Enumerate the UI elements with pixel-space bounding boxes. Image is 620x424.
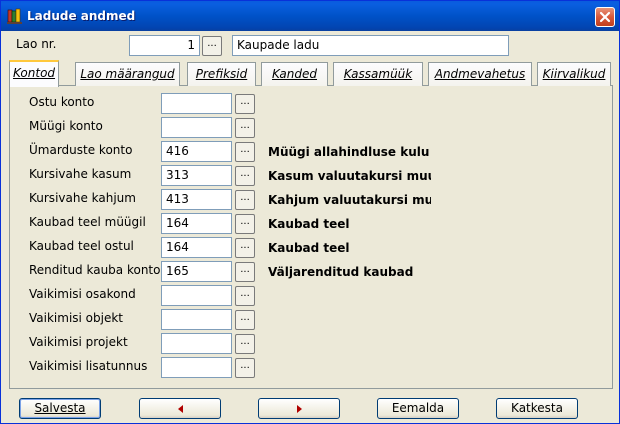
account-description: Müügi allahindluse kulu — [268, 145, 430, 159]
save-button-label: Salvesta — [34, 401, 86, 415]
tab-prefiksid[interactable]: Prefiksid — [187, 62, 256, 86]
field-label: Müügi konto — [29, 119, 103, 133]
account-description: Kaubad teel — [268, 241, 350, 255]
books-icon — [7, 8, 23, 24]
tab-kassamuuk[interactable]: Kassamüük — [333, 62, 423, 86]
field-label: Kaubad teel ostul — [29, 239, 134, 253]
field-label: Vaikimisi lisatunnus — [29, 359, 148, 373]
account-input[interactable] — [161, 285, 232, 306]
account-input[interactable]: 313 — [161, 165, 232, 186]
lao-nr-input[interactable]: 1 — [129, 35, 200, 56]
close-button[interactable] — [595, 7, 615, 27]
account-input[interactable] — [161, 117, 232, 138]
account-input[interactable]: 416 — [161, 141, 232, 162]
field-label: Ümarduste konto — [29, 143, 133, 157]
field-label: Kaubad teel müügil — [29, 215, 146, 229]
field-label: Kursivahe kahjum — [29, 191, 136, 205]
account-input[interactable] — [161, 333, 232, 354]
arrow-left-icon — [177, 404, 183, 413]
account-description: Kasum valuutakursi muutuse — [268, 169, 431, 183]
account-input[interactable] — [161, 357, 232, 378]
arrow-right-icon — [296, 404, 302, 413]
remove-button[interactable]: Eemalda — [377, 398, 459, 419]
lookup-button[interactable]: ... — [235, 262, 255, 282]
lookup-button[interactable]: ... — [235, 238, 255, 258]
close-icon — [599, 11, 611, 23]
save-button[interactable]: Salvesta — [19, 398, 101, 419]
lookup-button[interactable]: ... — [235, 190, 255, 210]
lookup-button[interactable]: ... — [235, 214, 255, 234]
tab-strip: Kontod Lao määrangud Prefiksid Kanded Ka… — [9, 60, 613, 87]
remove-button-label: Eemalda — [391, 401, 445, 415]
title-bar[interactable]: Ladude andmed — [1, 1, 619, 31]
tab-kiirvalikud[interactable]: Kiirvalikud — [537, 62, 611, 86]
lookup-button[interactable]: ... — [235, 358, 255, 378]
account-description: Väljarenditud kaubad — [268, 265, 414, 279]
cancel-button[interactable]: Katkesta — [496, 398, 578, 419]
field-label: Vaikimisi osakond — [29, 287, 136, 301]
lao-nr-label: Lao nr. — [16, 37, 57, 51]
tab-kontod[interactable]: Kontod — [9, 60, 59, 87]
lao-name-input[interactable]: Kaupade ladu — [232, 35, 509, 56]
field-label: Renditud kauba konto — [29, 263, 161, 277]
tab-kanded[interactable]: Kanded — [261, 62, 328, 86]
previous-button[interactable] — [139, 398, 221, 419]
dialog-window: Ladude andmed Lao nr. 1 ... Kaupade ladu… — [0, 0, 620, 424]
lookup-button[interactable]: ... — [235, 142, 255, 162]
field-label: Vaikimisi objekt — [29, 311, 124, 325]
lookup-button[interactable]: ... — [235, 310, 255, 330]
window-title: Ladude andmed — [27, 9, 136, 23]
account-input[interactable] — [161, 309, 232, 330]
account-input[interactable]: 164 — [161, 213, 232, 234]
lookup-button[interactable]: ... — [235, 94, 255, 114]
cancel-button-label: Katkesta — [511, 401, 563, 415]
account-input[interactable]: 164 — [161, 237, 232, 258]
lookup-button[interactable]: ... — [235, 334, 255, 354]
account-input[interactable] — [161, 93, 232, 114]
tab-andmevahetus[interactable]: Andmevahetus — [428, 62, 532, 86]
field-label: Vaikimisi projekt — [29, 335, 128, 349]
tab-lao-maarangud[interactable]: Lao määrangud — [75, 62, 180, 86]
account-input[interactable]: 165 — [161, 261, 232, 282]
account-input[interactable]: 413 — [161, 189, 232, 210]
next-button[interactable] — [258, 398, 340, 419]
field-label: Kursivahe kasum — [29, 167, 132, 181]
lookup-button[interactable]: ... — [235, 166, 255, 186]
lookup-button[interactable]: ... — [235, 118, 255, 138]
lookup-button[interactable]: ... — [235, 286, 255, 306]
account-description: Kaubad teel — [268, 217, 350, 231]
field-label: Ostu konto — [29, 95, 95, 109]
account-description: Kahjum valuutakursi muutuse — [268, 193, 431, 207]
lao-nr-lookup-button[interactable]: ... — [202, 36, 222, 56]
